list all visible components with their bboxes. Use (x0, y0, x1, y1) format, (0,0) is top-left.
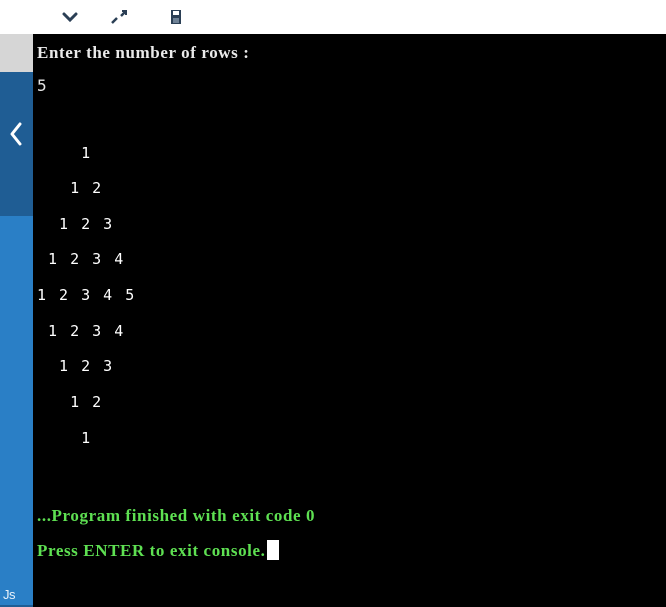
user-input: 5 (37, 76, 47, 95)
pattern-row: 1 2 (37, 393, 104, 411)
pattern-row: 1 2 3 (37, 357, 115, 375)
pattern-row: 1 2 3 4 (37, 322, 126, 340)
left-sidebar: Js (0, 34, 33, 607)
console-output[interactable]: Enter the number of rows : 5 1 1 2 1 2 3… (33, 34, 666, 607)
online-compiler-window: Js Enter the number of rows : 5 1 1 2 1 … (0, 0, 666, 607)
sidebar-top-block (0, 34, 33, 72)
prompt-text: Enter the number of rows : (37, 43, 250, 62)
exit-code-message: ...Program finished with exit code 0 (37, 506, 316, 525)
pattern-row: 1 2 (37, 179, 104, 197)
pattern-row: 1 2 3 (37, 215, 115, 233)
pattern-row: 1 2 3 4 5 (37, 286, 137, 304)
exit-prompt-text: Press ENTER to exit console. (37, 541, 266, 560)
chevron-down-icon[interactable] (60, 6, 80, 28)
save-icon[interactable] (166, 6, 186, 28)
pattern-row: 1 (37, 429, 93, 447)
console-toolbar (0, 0, 666, 34)
text-cursor (266, 540, 279, 560)
pattern-row: 1 (37, 144, 93, 162)
pattern-row: 1 2 3 4 (37, 250, 126, 268)
expand-icon[interactable] (109, 6, 129, 28)
chevron-left-icon[interactable] (4, 114, 28, 154)
language-label: Js (3, 587, 16, 602)
exit-prompt-line: Press ENTER to exit console. (37, 540, 279, 561)
